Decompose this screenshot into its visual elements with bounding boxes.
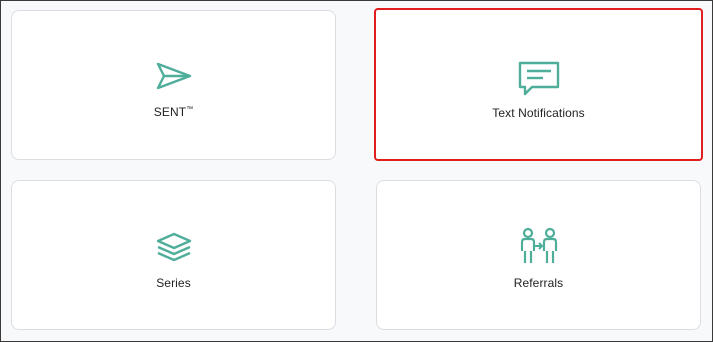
card-series-label: Series <box>156 276 191 290</box>
trademark-symbol: ™ <box>186 106 194 113</box>
message-icon <box>518 61 559 96</box>
layers-icon <box>156 232 191 262</box>
card-series[interactable]: Series <box>11 180 336 330</box>
send-icon <box>156 62 191 90</box>
referral-icon <box>520 227 557 263</box>
app-frame: SENT™ Text Notifications Series Referral… <box>0 0 713 342</box>
card-text-notifications-label: Text Notifications <box>492 106 585 120</box>
card-referrals-label: Referrals <box>513 276 564 290</box>
card-sent-label: SENT™ <box>12 105 335 119</box>
card-referrals[interactable]: Referrals <box>376 180 701 330</box>
sent-label-text: SENT <box>153 105 187 119</box>
card-text-notifications[interactable]: Text Notifications <box>374 8 703 161</box>
card-sent[interactable]: SENT™ <box>11 10 336 160</box>
